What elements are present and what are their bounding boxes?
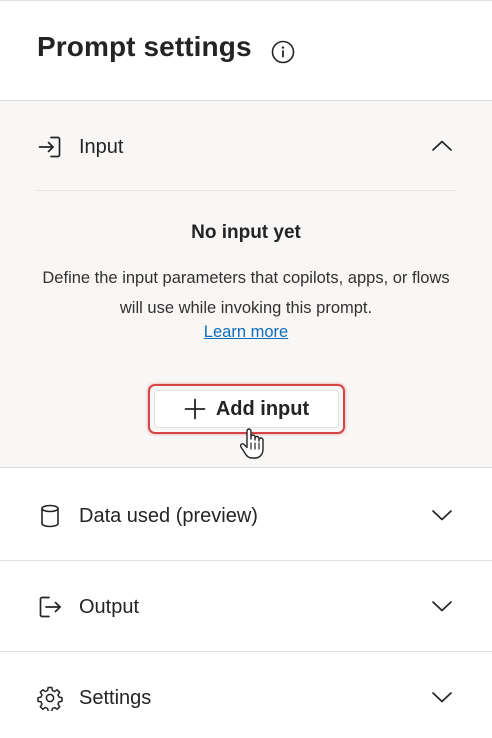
output-section[interactable]: Output	[0, 560, 492, 652]
settings-label: Settings	[79, 687, 152, 709]
input-section-label: Input	[79, 136, 124, 158]
input-section-header[interactable]: Input	[0, 101, 492, 191]
plus-icon	[184, 398, 206, 420]
add-input-label: Add input	[215, 397, 310, 420]
sign-out-icon	[39, 596, 61, 618]
data-used-label: Data used (preview)	[79, 505, 258, 527]
empty-state-description: Define the input parameters that copilot…	[42, 269, 450, 317]
chevron-down-icon[interactable]	[430, 594, 454, 618]
output-label: Output	[79, 596, 140, 618]
page-title: Prompt settings	[37, 31, 252, 62]
hand-cursor-icon	[239, 428, 264, 459]
add-input-button[interactable]: Add input	[154, 390, 339, 428]
sign-in-icon	[38, 136, 61, 158]
panel-header: Prompt settings	[0, 1, 492, 101]
info-icon[interactable]	[271, 40, 295, 64]
chevron-down-icon[interactable]	[430, 503, 454, 527]
chevron-down-icon[interactable]	[430, 685, 454, 709]
learn-more-link[interactable]: Learn more	[204, 323, 288, 341]
prompt-settings-panel: Prompt settings Input No input yet Defin…	[0, 0, 492, 738]
settings-section[interactable]: Settings	[0, 651, 492, 738]
data-used-section[interactable]: Data used (preview)	[0, 469, 492, 561]
input-section: Input No input yet Define the input para…	[0, 101, 492, 468]
database-icon	[41, 504, 59, 528]
learn-more-container: Learn more	[0, 323, 492, 342]
empty-state-title: No input yet	[191, 222, 301, 243]
chevron-up-icon[interactable]	[430, 134, 454, 158]
section-divider	[36, 190, 456, 191]
gear-icon	[37, 686, 63, 711]
